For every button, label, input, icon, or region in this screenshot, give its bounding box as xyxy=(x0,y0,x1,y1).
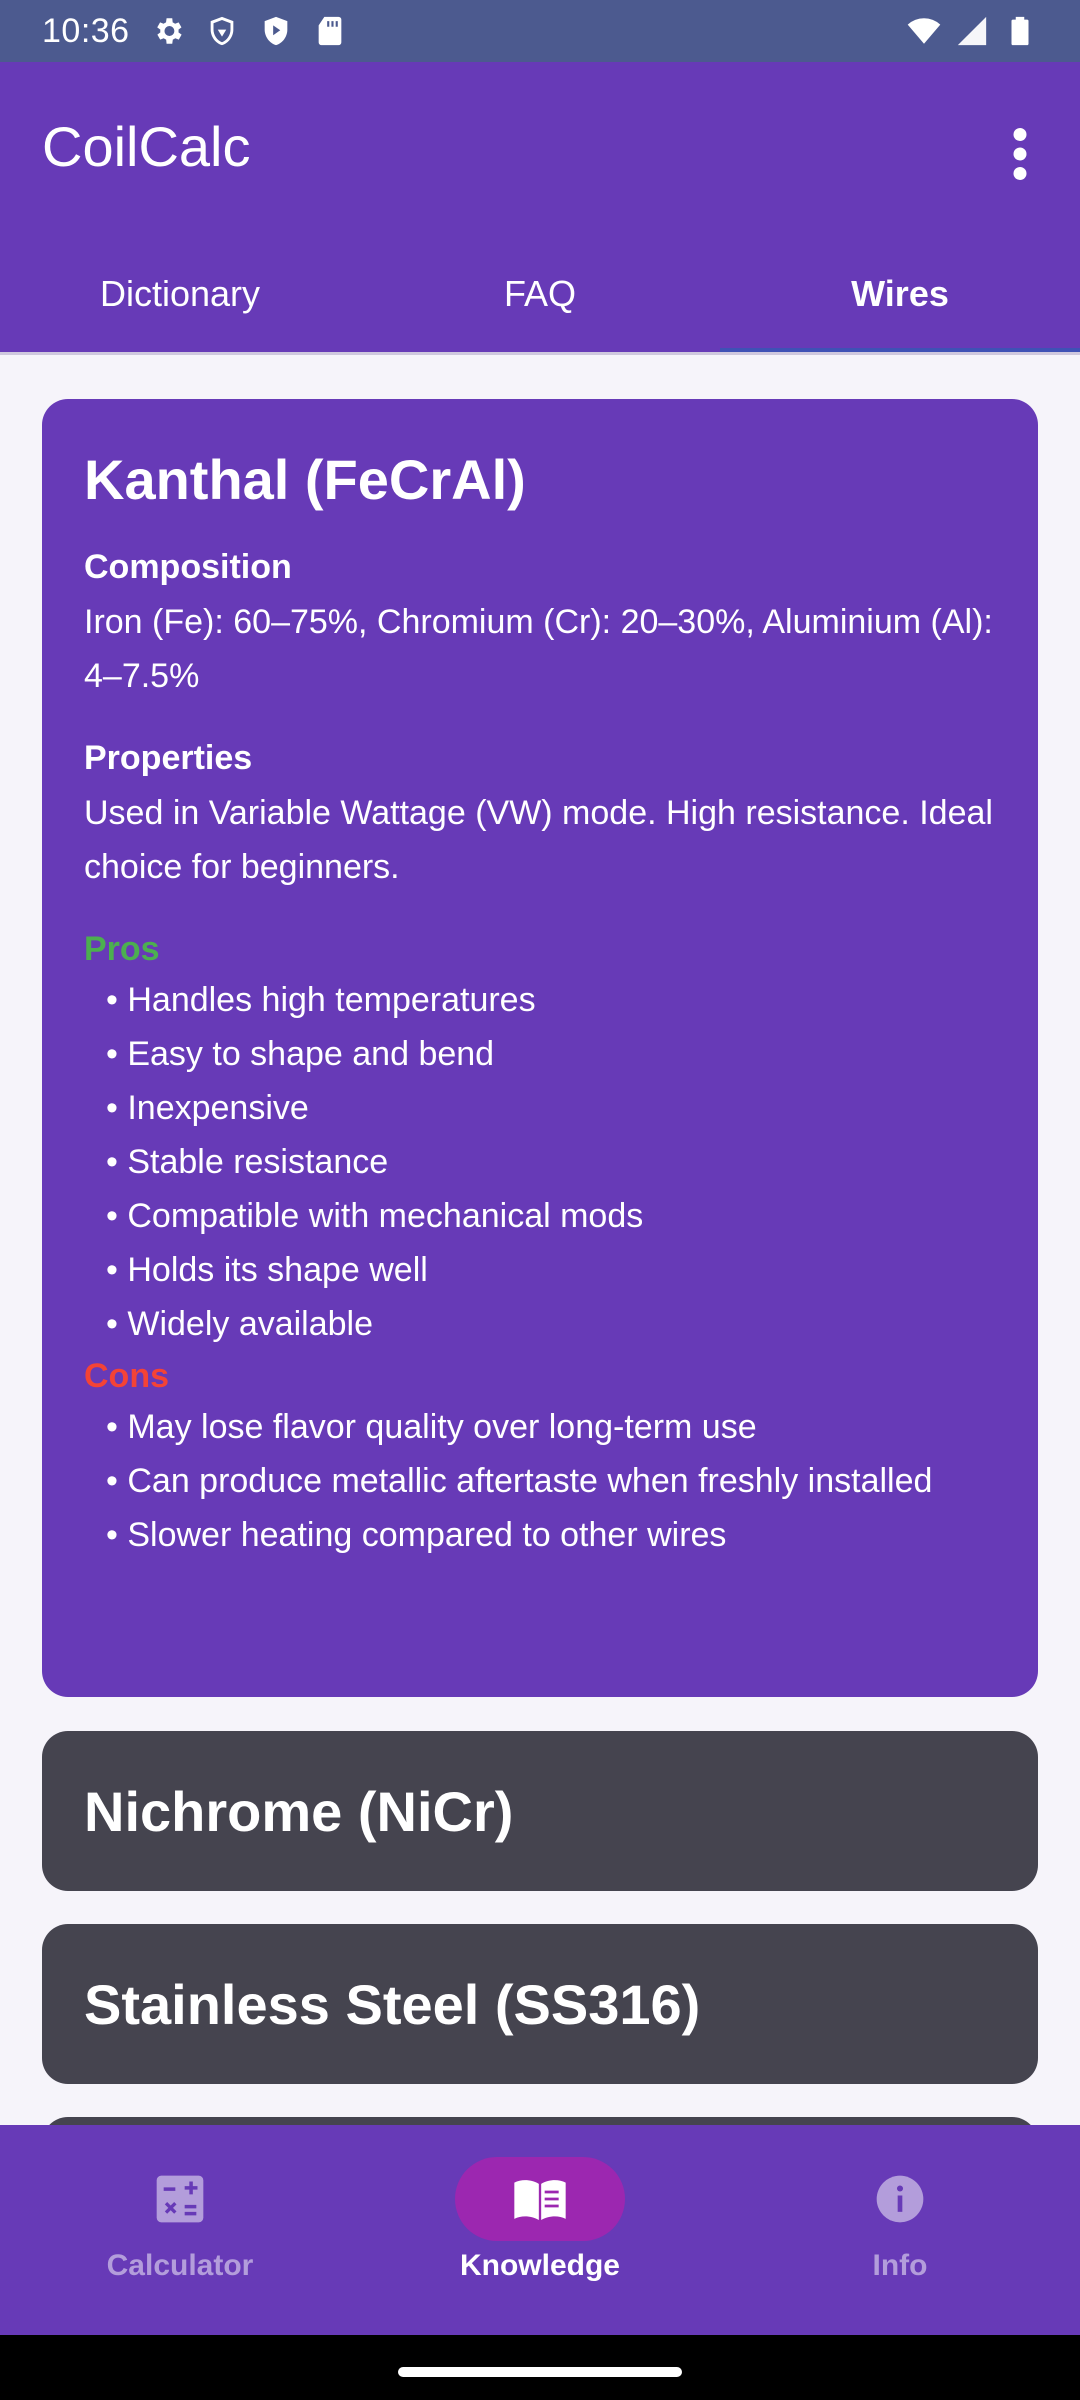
cons-label: Cons xyxy=(84,1357,169,1395)
more-options-button[interactable] xyxy=(990,114,1050,194)
calculator-icon xyxy=(156,2175,204,2223)
properties-label: Properties xyxy=(84,739,253,777)
nav-info[interactable]: Info xyxy=(720,2125,1080,2335)
wire-title: Stainless Steel (SS316) xyxy=(84,1972,701,2036)
wires-list[interactable]: Kanthal (FeCrAl) Composition Iron (Fe): … xyxy=(0,355,1080,2125)
sd-card-icon xyxy=(312,13,348,49)
nav-info-label: Info xyxy=(872,2249,928,2282)
composition-label: Composition xyxy=(84,548,292,586)
nav-knowledge[interactable]: Knowledge xyxy=(360,2125,720,2335)
nav-knowledge-pill xyxy=(455,2157,625,2241)
status-time: 10:36 xyxy=(42,11,130,50)
signal-icon xyxy=(954,13,990,49)
wire-title: Nichrome (NiCr) xyxy=(84,1779,514,1843)
pros-item: • Compatible with mechanical mods xyxy=(106,1197,644,1235)
battery-icon xyxy=(1002,13,1038,49)
wire-title: Kanthal (FeCrAl) xyxy=(84,448,526,511)
cons-list: • May lose flavor quality over long-term… xyxy=(84,1400,996,1562)
pros-item: • Widely available xyxy=(106,1305,374,1343)
play-shield-icon xyxy=(258,13,294,49)
gesture-handle[interactable] xyxy=(398,2367,682,2377)
pros-label: Pros xyxy=(84,930,160,968)
wire-card-nichrome[interactable]: Nichrome (NiCr) xyxy=(42,1731,1038,1891)
wire-card-stainless-steel[interactable]: Stainless Steel (SS316) xyxy=(42,1924,1038,2084)
pros-item: • Easy to shape and bend xyxy=(106,1035,495,1073)
status-bar: 10:36 xyxy=(0,0,1080,62)
status-icons-right xyxy=(906,13,1038,49)
nav-calculator[interactable]: Calculator xyxy=(0,2125,360,2335)
status-icons-left xyxy=(150,13,348,49)
tab-bar: Dictionary FAQ Wires xyxy=(0,234,1080,354)
composition-text: Iron (Fe): 60–75%, Chromium (Cr): 20–30%… xyxy=(84,603,993,695)
nav-calculator-label: Calculator xyxy=(106,2249,254,2282)
more-vert-icon xyxy=(1013,128,1027,180)
shield-icon xyxy=(204,13,240,49)
app-bar: CoilCalc Dictionary FAQ Wires xyxy=(0,62,1080,354)
tab-dictionary[interactable]: Dictionary xyxy=(0,234,360,354)
app-title: CoilCalc xyxy=(42,115,251,178)
cons-item: • Slower heating compared to other wires xyxy=(106,1516,727,1554)
wifi-icon xyxy=(906,13,942,49)
bottom-navigation: Calculator Knowledge Info xyxy=(0,2125,1080,2335)
properties-text: Used in Variable Wattage (VW) mode. High… xyxy=(84,794,993,886)
info-icon xyxy=(876,2175,924,2223)
wire-card-kanthal[interactable]: Kanthal (FeCrAl) Composition Iron (Fe): … xyxy=(42,399,1038,1697)
gear-icon xyxy=(150,13,186,49)
cons-item: • May lose flavor quality over long-term… xyxy=(106,1408,757,1446)
pros-item: • Handles high temperatures xyxy=(106,981,536,1019)
nav-info-pill xyxy=(815,2157,985,2241)
pros-item: • Inexpensive xyxy=(106,1089,309,1127)
wire-card-next[interactable] xyxy=(42,2117,1038,2125)
nav-knowledge-label: Knowledge xyxy=(459,2249,620,2282)
pros-item: • Stable resistance xyxy=(106,1143,389,1181)
cons-item: • Can produce metallic aftertaste when f… xyxy=(106,1462,933,1500)
nav-calculator-pill xyxy=(95,2157,265,2241)
system-gesture-bar xyxy=(0,2335,1080,2400)
tab-wires[interactable]: Wires xyxy=(720,234,1080,354)
book-icon xyxy=(514,2180,566,2220)
tab-faq[interactable]: FAQ xyxy=(360,234,720,354)
pros-list: • Handles high temperatures • Easy to sh… xyxy=(84,973,996,1351)
pros-item: • Holds its shape well xyxy=(106,1251,428,1289)
